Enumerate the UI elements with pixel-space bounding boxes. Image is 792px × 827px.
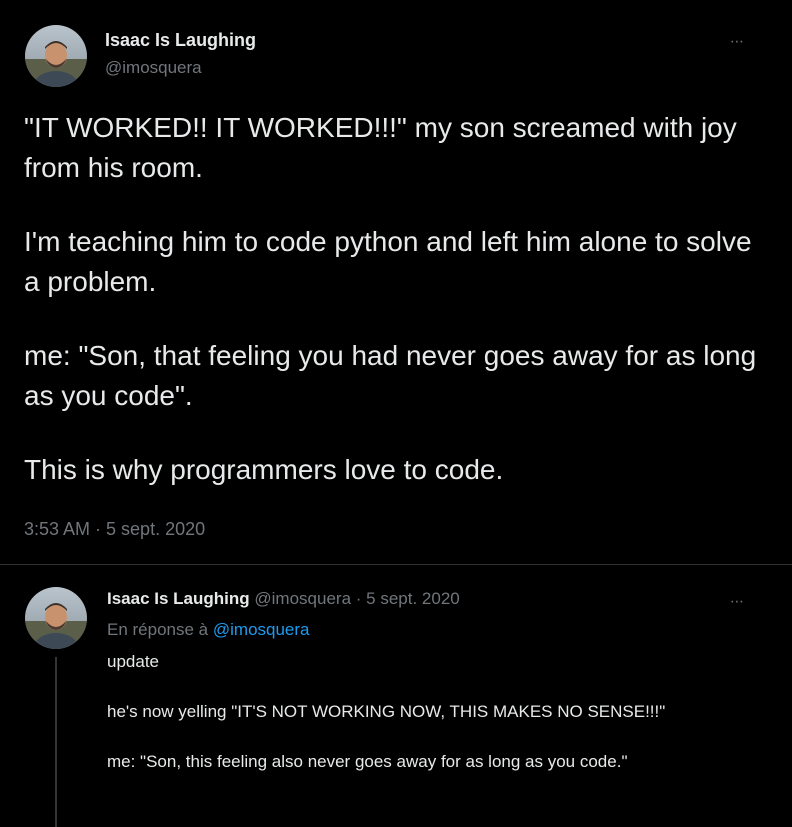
replying-mention-link[interactable]: @imosquera [213,620,310,639]
reply-author-name[interactable]: Isaac Is Laughing [107,589,250,608]
reply-author-handle[interactable]: @imosquera [254,589,351,608]
thread-connector-line [55,657,57,827]
author-name[interactable]: Isaac Is Laughing [105,30,256,51]
tweet-paragraph: "IT WORKED!! IT WORKED!!!" my son scream… [24,112,737,183]
avatar-photo-icon [25,25,87,87]
author-handle[interactable]: @imosquera [105,58,202,78]
tweet-timestamp[interactable]: 3:53 AM · 5 sept. 2020 [24,519,205,540]
replying-to: En réponse à @imosquera [107,620,310,640]
tweet-paragraph: I'm teaching him to code python and left… [24,226,752,297]
tweet-text: "IT WORKED!! IT WORKED!!!" my son scream… [24,108,764,490]
reply-paragraph: me: "Son, this feeling also never goes a… [107,752,628,771]
reply-author-avatar[interactable] [25,587,87,649]
avatar-photo-icon [25,587,87,649]
replying-prefix: En réponse à [107,620,209,639]
reply-header: Isaac Is Laughing @imosquera · 5 sept. 2… [107,589,460,609]
more-options-icon[interactable]: ⋯ [730,34,745,48]
reply-paragraph: update [107,652,159,671]
more-options-icon[interactable]: ⋯ [730,594,745,608]
main-tweet: Isaac Is Laughing @imosquera ⋯ "IT WORKE… [0,0,792,563]
author-avatar[interactable] [25,25,87,87]
tweet-paragraph: This is why programmers love to code. [24,454,504,485]
reply-paragraph: he's now yelling "IT'S NOT WORKING NOW, … [107,702,666,721]
reply-date[interactable]: · 5 sept. 2020 [356,589,460,608]
tweet-paragraph: me: "Son, that feeling you had never goe… [24,340,757,411]
reply-tweet: Isaac Is Laughing @imosquera · 5 sept. 2… [0,565,792,827]
reply-text: update he's now yelling "IT'S NOT WORKIN… [107,649,757,799]
